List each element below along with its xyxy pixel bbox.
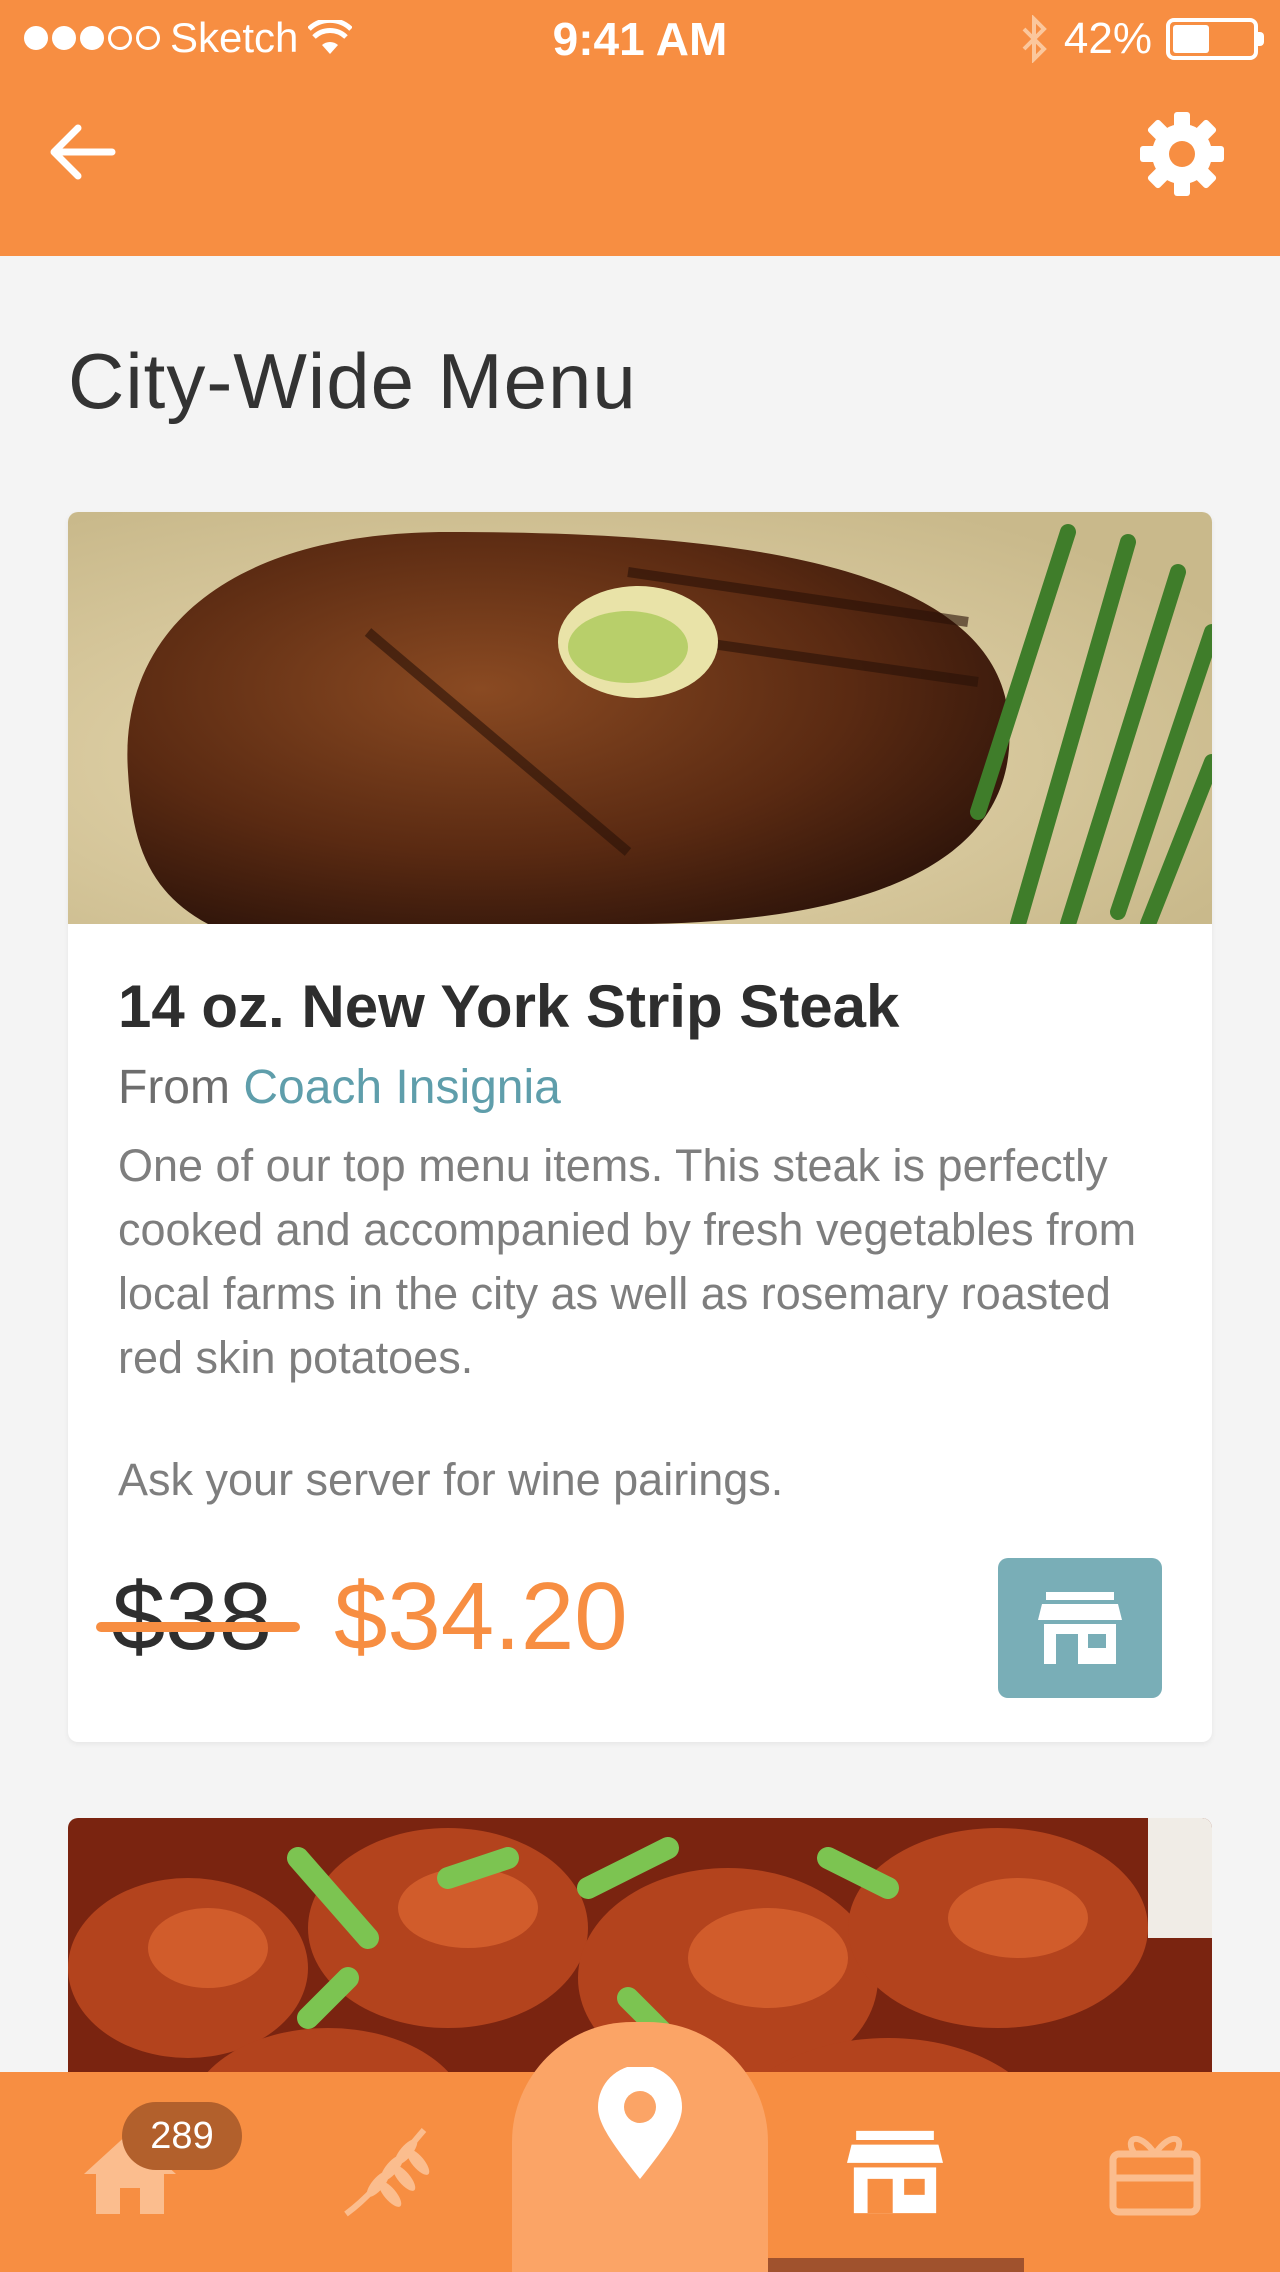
restaurant-link[interactable]: Coach Insignia bbox=[243, 1061, 561, 1114]
battery-group: 42% bbox=[1020, 14, 1264, 64]
storefront-icon bbox=[1038, 1592, 1122, 1664]
menu-item-card[interactable]: 14 oz. New York Strip Steak From Coach I… bbox=[68, 512, 1212, 1742]
view-restaurant-button[interactable] bbox=[998, 1558, 1162, 1698]
battery-percent: 42% bbox=[1063, 14, 1152, 63]
gear-icon bbox=[1140, 112, 1224, 196]
restaurant-line: From Coach Insignia bbox=[118, 1060, 561, 1115]
arrow-left-icon bbox=[50, 124, 116, 180]
settings-button[interactable] bbox=[1138, 110, 1226, 198]
active-tab-indicator bbox=[768, 2258, 1024, 2272]
tab-gift[interactable] bbox=[1090, 2072, 1220, 2272]
home-notification-badge: 289 bbox=[122, 2102, 242, 2170]
bluetooth-icon bbox=[1022, 15, 1047, 63]
page-title: City-Wide Menu bbox=[68, 337, 637, 425]
steak-photo bbox=[68, 512, 1212, 924]
dish-name: 14 oz. New York Strip Steak bbox=[118, 973, 900, 1040]
price-strikethrough bbox=[96, 1622, 300, 1632]
wine-pairing-note: Ask your server for wine pairings. bbox=[118, 1454, 784, 1505]
back-button[interactable] bbox=[42, 112, 122, 192]
discounted-price: $34.20 bbox=[334, 1563, 628, 1670]
top-nav-bar bbox=[0, 82, 1280, 256]
original-price: $38 bbox=[112, 1563, 273, 1670]
wheat-icon bbox=[344, 2128, 430, 2217]
status-bar: Sketch 9:41 AM 42% bbox=[0, 0, 1280, 82]
tab-grain[interactable] bbox=[316, 2072, 456, 2272]
bottom-tab-bar: 289 bbox=[0, 2022, 1280, 2272]
battery-icon bbox=[1166, 18, 1264, 60]
from-label: From bbox=[118, 1061, 230, 1114]
tab-map[interactable] bbox=[512, 2022, 768, 2272]
tab-store[interactable] bbox=[800, 2072, 990, 2272]
dish-description: One of our top menu items. This steak is… bbox=[118, 1140, 1137, 1383]
storefront-icon bbox=[847, 2130, 943, 2214]
map-pin-icon bbox=[598, 2067, 682, 2179]
gift-icon bbox=[1109, 2135, 1201, 2216]
